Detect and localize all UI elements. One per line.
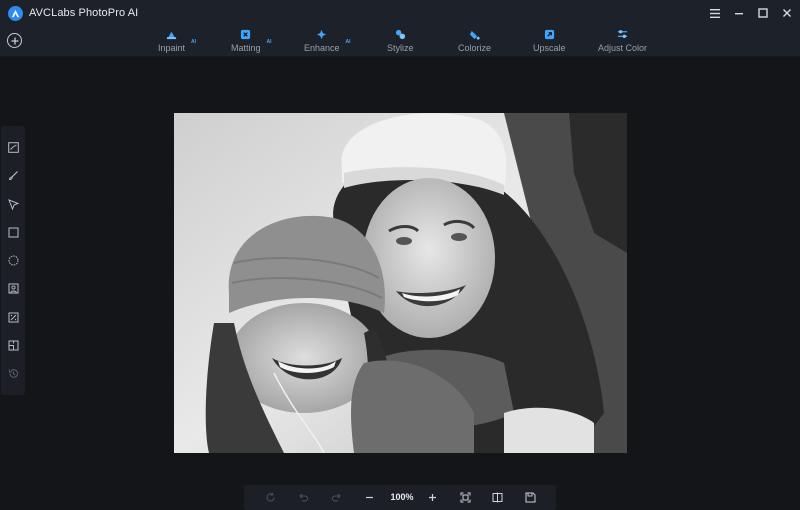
tab-label: Stylize xyxy=(387,43,414,53)
tab-enhance[interactable]: Enhance AI xyxy=(304,26,351,57)
history-icon[interactable] xyxy=(7,367,19,379)
rectangle-select-icon[interactable] xyxy=(7,226,19,238)
stylize-icon xyxy=(395,29,405,40)
redo-icon[interactable] xyxy=(330,491,342,503)
auto-select-icon[interactable] xyxy=(7,311,19,323)
left-tool-panel xyxy=(1,126,25,395)
photo-canvas[interactable] xyxy=(174,113,627,453)
tab-label: Upscale xyxy=(533,43,566,53)
title-bar: AVCLabs PhotoPro AI xyxy=(0,0,800,26)
brush-icon[interactable] xyxy=(7,169,19,181)
reset-icon[interactable] xyxy=(264,491,276,503)
layers-icon[interactable] xyxy=(7,339,19,351)
lasso-select-icon[interactable] xyxy=(7,198,19,210)
tab-label: Matting AI xyxy=(231,39,272,53)
tab-stylize[interactable]: Stylize xyxy=(387,26,414,57)
zoom-level: 100% xyxy=(390,492,414,502)
compare-icon[interactable] xyxy=(491,491,503,503)
tab-label: Adjust Color xyxy=(598,43,648,53)
window-controls xyxy=(704,0,800,26)
minimize-icon[interactable] xyxy=(728,0,750,26)
app-window: AVCLabs PhotoPro AI Inpaint AI Matting A… xyxy=(0,0,800,510)
portrait-select-icon[interactable] xyxy=(7,282,19,294)
fit-screen-icon[interactable] xyxy=(459,491,471,503)
hamburger-menu-icon[interactable] xyxy=(704,0,726,26)
tab-matting[interactable]: Matting AI xyxy=(231,26,272,57)
upscale-icon xyxy=(544,29,554,40)
enhance-icon xyxy=(317,29,327,40)
tab-inpaint[interactable]: Inpaint AI xyxy=(158,26,197,57)
inpaint-icon xyxy=(166,31,177,40)
tab-label: Colorize xyxy=(458,43,492,53)
tab-label: Inpaint AI xyxy=(158,39,197,53)
app-title: AVCLabs PhotoPro AI xyxy=(29,7,139,19)
close-icon[interactable] xyxy=(776,0,798,26)
matting-icon xyxy=(241,29,251,40)
adjust-color-icon xyxy=(617,30,628,38)
tab-adjust-color[interactable]: Adjust Color xyxy=(598,26,647,57)
image-edit-icon[interactable] xyxy=(7,141,19,153)
plus-circle-icon[interactable] xyxy=(7,33,22,48)
top-toolbar: Inpaint AI Matting AI Enhance AI Stylize Co… xyxy=(0,26,800,57)
zoom-out-icon[interactable] xyxy=(363,491,375,503)
app-logo-icon xyxy=(8,5,23,21)
save-icon[interactable] xyxy=(524,491,536,503)
maximize-icon[interactable] xyxy=(752,0,774,26)
undo-icon[interactable] xyxy=(297,491,309,503)
colorize-icon xyxy=(469,30,480,40)
tab-colorize[interactable]: Colorize xyxy=(458,26,491,57)
ellipse-select-icon[interactable] xyxy=(7,254,19,266)
tab-label: Enhance AI xyxy=(304,39,351,53)
zoom-in-icon[interactable] xyxy=(426,491,438,503)
tab-upscale[interactable]: Upscale xyxy=(533,26,566,57)
